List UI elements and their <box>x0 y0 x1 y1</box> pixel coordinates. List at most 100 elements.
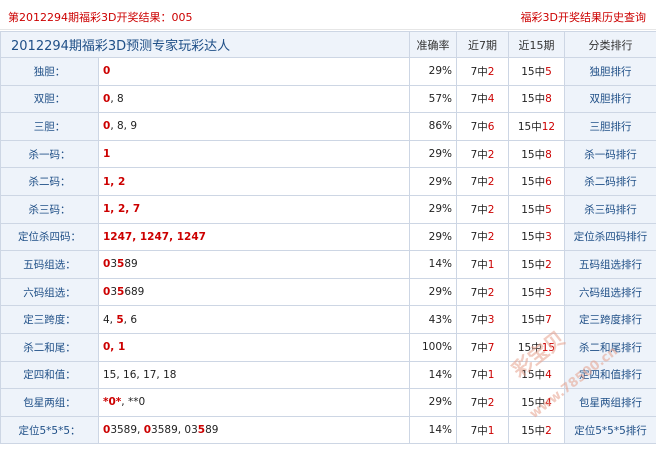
row-ranking-link[interactable]: 六码组选排行 <box>564 277 656 307</box>
hit-count: 2 <box>487 176 495 189</box>
hit-prefix: 15中 <box>517 341 542 354</box>
hit-prefix: 15中 <box>521 148 546 161</box>
row-recent7: 7中2 <box>456 139 509 169</box>
row-ranking-link[interactable]: 定位杀四码排行 <box>564 222 656 252</box>
hit-prefix: 15中 <box>521 231 546 244</box>
row-accuracy: 14% <box>409 250 457 279</box>
hit-prefix: 15中 <box>521 396 546 409</box>
hit-prefix: 15中 <box>521 314 546 327</box>
row-label: 独胆： <box>0 57 99 86</box>
header-ranking: 分类排行 <box>564 31 656 58</box>
hit-count: 7 <box>487 341 495 354</box>
hit-prefix: 15中 <box>521 176 546 189</box>
history-query-link[interactable]: 福彩3D开奖结果历史查询 <box>521 9 646 25</box>
row-numbers: 4, 5, 6 <box>98 305 410 334</box>
row-recent7: 7中2 <box>456 194 509 224</box>
row-recent7: 7中7 <box>456 332 509 362</box>
row-label: 五码组选： <box>0 250 99 279</box>
row-recent15: 15中3 <box>508 222 565 252</box>
row-ranking-link[interactable]: 独胆排行 <box>564 57 656 86</box>
hit-prefix: 7中 <box>470 203 488 216</box>
number-segment: 89 <box>205 424 219 437</box>
table-row: 双胆： 0, 8 57% 7中4 15中8 双胆排行 <box>0 84 656 114</box>
number-segment: 0, 1 <box>103 341 126 354</box>
hit-prefix: 15中 <box>521 369 546 382</box>
row-accuracy: 29% <box>409 222 457 252</box>
hit-count: 5 <box>545 203 552 216</box>
number-segment: 5 <box>197 424 206 437</box>
hit-count: 2 <box>487 396 495 409</box>
row-recent15: 15中15 <box>508 332 565 362</box>
row-label: 杀二和尾： <box>0 332 99 362</box>
hit-count: 15 <box>541 341 556 354</box>
row-numbers: 03589, 03589, 03589 <box>98 415 410 445</box>
table-row: 独胆： 0 29% 7中2 15中5 独胆排行 <box>0 57 656 86</box>
hit-count: 1 <box>487 369 495 382</box>
row-recent7: 7中4 <box>456 84 509 114</box>
row-recent15: 15中7 <box>508 305 565 334</box>
row-recent15: 15中4 <box>508 388 565 417</box>
hit-prefix: 7中 <box>470 424 488 437</box>
number-segment: , 8 <box>110 92 124 105</box>
row-accuracy: 29% <box>409 277 457 307</box>
hit-count: 2 <box>545 424 552 437</box>
row-ranking-link[interactable]: 三胆排行 <box>564 112 656 141</box>
row-ranking-link[interactable]: 定位5*5*5排行 <box>564 415 656 445</box>
hit-prefix: 7中 <box>470 258 488 271</box>
number-segment: 3589, 03 <box>151 424 198 437</box>
row-ranking-link[interactable]: 定三跨度排行 <box>564 305 656 334</box>
row-recent7: 7中3 <box>456 305 509 334</box>
number-segment: , **0 <box>121 396 146 409</box>
header-recent7: 近7期 <box>456 31 509 58</box>
hit-prefix: 7中 <box>470 176 488 189</box>
row-label: 定位5*5*5： <box>0 415 99 445</box>
row-recent15: 15中2 <box>508 250 565 279</box>
row-ranking-link[interactable]: 杀一码排行 <box>564 139 656 169</box>
row-accuracy: 57% <box>409 84 457 114</box>
hit-count: 2 <box>487 203 495 216</box>
row-numbers: 1247, 1247, 1247 <box>98 222 410 252</box>
row-numbers: 0, 8 <box>98 84 410 114</box>
row-label: 定位杀四码： <box>0 222 99 252</box>
header-recent15: 近15期 <box>508 31 565 58</box>
table-row: 五码组选： 03589 14% 7中1 15中2 五码组选排行 <box>0 250 656 279</box>
table-row: 杀一码： 1 29% 7中2 15中8 杀一码排行 <box>0 139 656 169</box>
row-label: 双胆： <box>0 84 99 114</box>
row-accuracy: 29% <box>409 57 457 86</box>
row-ranking-link[interactable]: 定四和值排行 <box>564 360 656 390</box>
row-label: 定三跨度： <box>0 305 99 334</box>
row-accuracy: 100% <box>409 332 457 362</box>
table-header-row: 2012294期福彩3D预测专家玩彩达人 准确率 近7期 近15期 分类排行 <box>0 31 656 58</box>
hit-prefix: 7中 <box>470 369 488 382</box>
number-segment: 689 <box>124 286 145 299</box>
hit-prefix: 15中 <box>521 424 546 437</box>
row-recent7: 7中1 <box>456 250 509 279</box>
row-ranking-link[interactable]: 双胆排行 <box>564 84 656 114</box>
row-recent15: 15中8 <box>508 139 565 169</box>
row-ranking-link[interactable]: 五码组选排行 <box>564 250 656 279</box>
row-recent15: 15中2 <box>508 415 565 445</box>
hit-count: 2 <box>487 148 495 161</box>
table-row: 杀二码： 1, 2 29% 7中2 15中6 杀二码排行 <box>0 167 656 196</box>
row-accuracy: 29% <box>409 139 457 169</box>
row-recent15: 15中5 <box>508 57 565 86</box>
table-row: 定三跨度： 4, 5, 6 43% 7中3 15中7 定三跨度排行 <box>0 305 656 334</box>
row-ranking-link[interactable]: 包星两组排行 <box>564 388 656 417</box>
row-ranking-link[interactable]: 杀二码排行 <box>564 167 656 196</box>
row-ranking-link[interactable]: 杀二和尾排行 <box>564 332 656 362</box>
table-row: 定位杀四码： 1247, 1247, 1247 29% 7中2 15中3 定位杀四码排行 <box>0 222 656 252</box>
row-recent7: 7中1 <box>456 360 509 390</box>
hit-count: 6 <box>545 176 552 189</box>
hit-count: 12 <box>541 120 556 133</box>
hit-prefix: 7中 <box>470 314 488 327</box>
row-accuracy: 86% <box>409 112 457 141</box>
number-segment: *0* <box>103 396 122 409</box>
row-ranking-link[interactable]: 杀三码排行 <box>564 194 656 224</box>
table-title: 2012294期福彩3D预测专家玩彩达人 <box>0 31 410 58</box>
row-accuracy: 29% <box>409 388 457 417</box>
row-accuracy: 14% <box>409 360 457 390</box>
table-row: 包星两组： *0*, **0 29% 7中2 15中4 包星两组排行 <box>0 388 656 417</box>
draw-result-text: 第2012294期福彩3D开奖结果：005 <box>8 11 193 24</box>
hit-count: 2 <box>487 286 495 299</box>
number-segment: 0 <box>143 424 152 437</box>
